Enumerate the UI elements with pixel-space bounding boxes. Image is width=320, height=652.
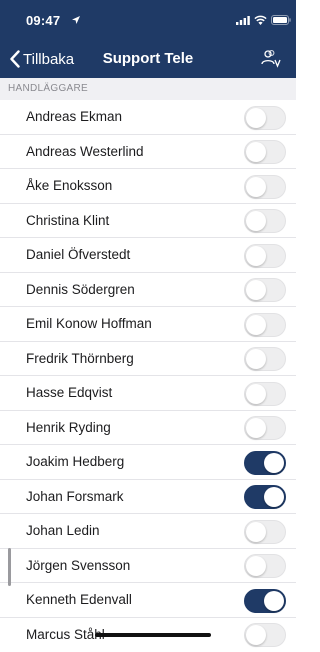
handler-toggle[interactable] xyxy=(244,382,286,406)
section-header: HANDLÄGGARE xyxy=(0,78,296,100)
handler-toggle[interactable] xyxy=(244,485,286,509)
toggle-knob xyxy=(246,142,266,162)
toggle-knob xyxy=(246,315,266,335)
toggle-knob xyxy=(246,211,266,231)
people-icon[interactable] xyxy=(260,49,282,69)
handler-name: Johan Ledin xyxy=(26,523,100,538)
list-item: Henrik Ryding xyxy=(0,411,296,446)
handler-toggle[interactable] xyxy=(244,416,286,440)
list-item: Joakim Hedberg xyxy=(0,445,296,480)
list-item: Jörgen Svensson xyxy=(0,549,296,584)
handler-name: Andreas Ekman xyxy=(26,109,122,124)
home-indicator[interactable] xyxy=(95,633,211,637)
toggle-knob xyxy=(246,556,266,576)
toggle-knob xyxy=(246,625,266,645)
list-item: Johan Forsmark xyxy=(0,480,296,515)
toggle-knob xyxy=(246,108,266,128)
list-item: Emil Konow Hoffman xyxy=(0,307,296,342)
list-item: Kenneth Edenvall xyxy=(0,583,296,618)
list-item: Fredrik Thörnberg xyxy=(0,342,296,377)
handler-toggle[interactable] xyxy=(244,589,286,613)
list-item: Johan Ledin xyxy=(0,514,296,549)
handler-name: Emil Konow Hoffman xyxy=(26,316,152,331)
handler-toggle[interactable] xyxy=(244,140,286,164)
handler-name: Daniel Öfverstedt xyxy=(26,247,130,262)
handler-toggle[interactable] xyxy=(244,209,286,233)
handler-toggle[interactable] xyxy=(244,106,286,130)
status-bar: 09:47 xyxy=(0,0,296,40)
wifi-icon xyxy=(254,15,267,25)
handler-toggle[interactable] xyxy=(244,313,286,337)
toggle-knob xyxy=(246,384,266,404)
toggle-knob xyxy=(264,591,284,611)
list-item: Åke Enoksson xyxy=(0,169,296,204)
handler-name: Jörgen Svensson xyxy=(26,558,130,573)
page-title: Support Tele xyxy=(0,50,296,67)
handler-name: Andreas Westerlind xyxy=(26,144,144,159)
status-time: 09:47 xyxy=(26,13,60,28)
handler-toggle[interactable] xyxy=(244,623,286,647)
list-item: Hasse Edqvist xyxy=(0,376,296,411)
toggle-knob xyxy=(246,246,266,266)
list-item: Andreas Ekman xyxy=(0,100,296,135)
handler-name: Christina Klint xyxy=(26,213,109,228)
list-item: Dennis Södergren xyxy=(0,273,296,308)
toggle-knob xyxy=(246,349,266,369)
toggle-knob xyxy=(264,487,284,507)
toggle-knob xyxy=(246,522,266,542)
toggle-knob xyxy=(264,453,284,473)
handler-name: Marcus Ståhl xyxy=(26,627,105,642)
handler-name: Kenneth Edenvall xyxy=(26,592,132,607)
battery-icon xyxy=(271,15,291,25)
handler-name: Johan Forsmark xyxy=(26,489,124,504)
toggle-knob xyxy=(246,418,266,438)
navigation-bar: Tillbaka Support Tele xyxy=(0,40,296,78)
list-item: Daniel Öfverstedt xyxy=(0,238,296,273)
handler-name: Fredrik Thörnberg xyxy=(26,351,134,366)
handler-toggle[interactable] xyxy=(244,278,286,302)
handler-toggle[interactable] xyxy=(244,451,286,475)
handler-name: Hasse Edqvist xyxy=(26,385,112,400)
toggle-knob xyxy=(246,280,266,300)
header: 09:47 Tillbaka Support Tele xyxy=(0,0,296,78)
location-arrow-icon xyxy=(71,15,81,25)
toggle-knob xyxy=(246,177,266,197)
list-item: Andreas Westerlind xyxy=(0,135,296,170)
handler-toggle[interactable] xyxy=(244,244,286,268)
handler-name: Joakim Hedberg xyxy=(26,454,124,469)
scroll-indicator[interactable] xyxy=(8,548,11,586)
handler-toggle[interactable] xyxy=(244,175,286,199)
signal-icon xyxy=(236,16,250,25)
handler-name: Åke Enoksson xyxy=(26,178,112,193)
handler-toggle[interactable] xyxy=(244,347,286,371)
handler-name: Dennis Södergren xyxy=(26,282,135,297)
handler-name: Henrik Ryding xyxy=(26,420,111,435)
list-item: Christina Klint xyxy=(0,204,296,239)
handler-toggle[interactable] xyxy=(244,520,286,544)
handler-toggle[interactable] xyxy=(244,554,286,578)
handler-list: Andreas Ekman Andreas Westerlind Åke Enoks… xyxy=(0,100,296,652)
